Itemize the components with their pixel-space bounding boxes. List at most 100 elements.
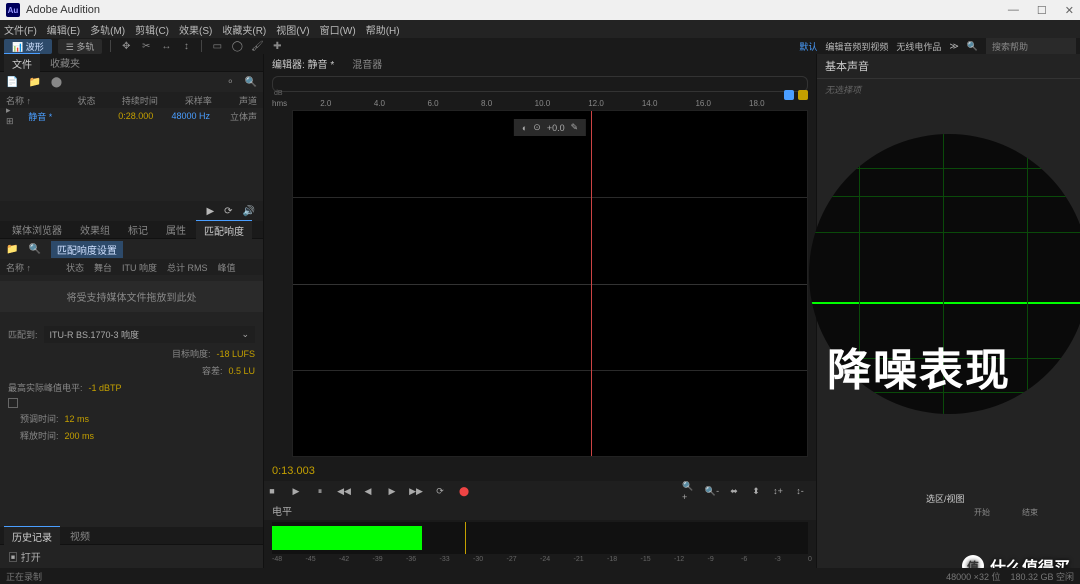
fx-icon[interactable]: ✎ <box>571 122 579 133</box>
status-samplerate: 48000 ×32 位 <box>946 570 1000 583</box>
waveform-display[interactable]: ◐ ⊙ +0.0 ✎ <box>292 110 808 457</box>
zoom-out-icon[interactable]: 🔍- <box>704 484 720 498</box>
essential-sound-title: 基本声音 <box>817 54 1080 79</box>
target-value[interactable]: -18 LUFS <box>216 349 255 359</box>
col-duration[interactable]: 持续时间 <box>114 94 158 107</box>
file-duration: 0:28.000 <box>104 111 153 121</box>
tab-video[interactable]: 视频 <box>62 526 98 545</box>
tab-effects-rack[interactable]: 效果组 <box>72 220 118 239</box>
open-file-icon[interactable]: 📁 <box>28 77 40 88</box>
zoom-in-v-icon[interactable]: ↕+ <box>770 484 786 498</box>
tab-properties[interactable]: 属性 <box>158 220 194 239</box>
ml-col-itu[interactable]: ITU 响度 <box>122 261 157 274</box>
workspace-radio[interactable]: 无线电作品 <box>896 40 941 53</box>
time-ruler[interactable]: hms 2.0 4.0 6.0 8.0 10.0 12.0 14.0 16.0 … <box>272 96 808 110</box>
overview-bar[interactable] <box>272 76 808 92</box>
menu-multitrack[interactable]: 多轨(M) <box>90 22 125 37</box>
search-files-icon[interactable]: 🔍 <box>245 77 257 88</box>
workspace-default[interactable]: 默认 <box>799 40 817 53</box>
pause-button[interactable]: ⏸ <box>312 484 328 498</box>
col-samplerate[interactable]: 采样率 <box>168 94 212 107</box>
search-icon[interactable]: 🔍 <box>967 41 978 52</box>
standard-dropdown[interactable]: ITU-R BS.1770-3 响度⌄ <box>44 326 255 343</box>
menu-view[interactable]: 视图(V) <box>276 22 309 37</box>
next-button[interactable]: ▶▶ <box>408 484 424 498</box>
marker-icon[interactable] <box>784 90 794 100</box>
rec-file-icon[interactable]: ⬤ <box>51 77 62 88</box>
tab-favorites[interactable]: 收藏夹 <box>42 53 88 72</box>
tab-media-browser[interactable]: 媒体浏览器 <box>4 220 70 239</box>
lookahead-label: 预调时间: <box>20 412 59 425</box>
mode-waveform[interactable]: 📊 波形 <box>4 39 52 54</box>
menu-window[interactable]: 窗口(W) <box>320 22 356 37</box>
peak-value[interactable]: -1 dBTP <box>89 383 122 393</box>
tab-history[interactable]: 历史记录 <box>4 526 60 546</box>
tolerance-value[interactable]: 0.5 LU <box>228 366 255 376</box>
tool-slip-icon[interactable]: ↔ <box>159 39 173 53</box>
pan-knob-icon[interactable]: ◐ <box>522 123 527 133</box>
tool-time-icon[interactable]: ↕ <box>179 39 193 53</box>
tab-markers[interactable]: 标记 <box>120 220 156 239</box>
loop-button[interactable]: ⟳ <box>432 484 448 498</box>
tool-move-icon[interactable]: ✥ <box>119 39 133 53</box>
ml-col-rms[interactable]: 总计 RMS <box>167 261 208 274</box>
zoom-out-v-icon[interactable]: ↕- <box>792 484 808 498</box>
col-status[interactable]: 状态 <box>78 94 104 107</box>
menu-help[interactable]: 帮助(H) <box>366 22 400 37</box>
ml-add-icon[interactable]: 📁 <box>6 244 18 255</box>
menu-edit[interactable]: 编辑(E) <box>47 22 80 37</box>
history-item[interactable]: ▣ 打开 <box>0 545 263 568</box>
ml-col-name[interactable]: 名称 ↑ <box>6 261 56 274</box>
col-channels[interactable]: 声道 <box>222 94 257 107</box>
maximize-button[interactable]: ☐ <box>1037 4 1047 17</box>
filter-icon[interactable]: ⚬ <box>226 77 234 88</box>
menu-favorites[interactable]: 收藏夹(R) <box>222 22 266 37</box>
lookahead-value[interactable]: 12 ms <box>65 414 90 424</box>
dropzone[interactable]: 将受支持媒体文件拖放到此处 <box>0 281 263 312</box>
menu-effects[interactable]: 效果(S) <box>179 22 212 37</box>
ml-col-peak[interactable]: 峰值 <box>218 261 236 274</box>
tool-marquee-icon[interactable]: ▭ <box>210 39 224 53</box>
ml-scan-icon[interactable]: 🔍 <box>28 244 40 255</box>
mode-multitrack[interactable]: ☰ 多轨 <box>58 39 103 54</box>
rewind-button[interactable]: ◀ <box>360 484 376 498</box>
editor-tab-mixer[interactable]: 混音器 <box>348 56 386 71</box>
file-row[interactable]: ▸ ⊞ 静音 * 0:28.000 48000 Hz 立体声 <box>0 108 263 124</box>
record-button[interactable]: ⬤ <box>456 484 472 498</box>
new-file-icon[interactable]: 📄 <box>6 77 18 88</box>
tool-lasso-icon[interactable]: ◯ <box>230 39 244 53</box>
release-value[interactable]: 200 ms <box>65 431 95 441</box>
match-settings-link[interactable]: 匹配响度设置 <box>51 241 123 258</box>
marker-icon[interactable] <box>798 90 808 100</box>
ml-col-status[interactable]: 状态 <box>66 261 84 274</box>
peak-label: 最高实际峰值电平: <box>8 381 83 394</box>
minimize-button[interactable]: — <box>1008 4 1019 17</box>
gain-hud[interactable]: ◐ ⊙ +0.0 ✎ <box>514 119 586 136</box>
forward-button[interactable]: ▶ <box>384 484 400 498</box>
levels-meter[interactable] <box>272 522 808 554</box>
zoom-full-icon[interactable]: ⬌ <box>726 484 742 498</box>
zoom-in-icon[interactable]: 🔍+ <box>682 484 698 498</box>
zoom-sel-icon[interactable]: ⬍ <box>748 484 764 498</box>
editor-tab-file[interactable]: 编辑器: 静音 * <box>268 56 338 71</box>
playhead[interactable] <box>591 111 592 456</box>
ml-col-stage[interactable]: 舞台 <box>94 261 112 274</box>
search-input[interactable]: 搜索帮助 <box>986 38 1076 55</box>
menu-clip[interactable]: 剪辑(C) <box>135 22 169 37</box>
limiter-checkbox[interactable] <box>8 398 18 408</box>
tab-files[interactable]: 文件 <box>4 53 40 73</box>
preview-loop-icon[interactable]: ⟳ <box>224 206 232 217</box>
preview-auto-icon[interactable]: 🔊 <box>243 206 255 217</box>
prev-button[interactable]: ◀◀ <box>336 484 352 498</box>
workspace-more[interactable]: ≫ <box>949 41 958 52</box>
tab-match-loudness[interactable]: 匹配响度 <box>196 220 252 240</box>
files-toolbar: 📄 📁 ⬤ ⚬ 🔍 <box>0 72 263 92</box>
tool-brush-icon[interactable]: 🖌 <box>250 39 264 53</box>
close-button[interactable]: ✕ <box>1065 4 1074 17</box>
preview-play-icon[interactable]: ▶ <box>206 206 214 217</box>
menu-file[interactable]: 文件(F) <box>4 22 37 37</box>
workspace-audio-video[interactable]: 编辑音频到视频 <box>825 40 888 53</box>
tool-razor-icon[interactable]: ✂ <box>139 39 153 53</box>
tool-heal-icon[interactable]: ✚ <box>270 39 284 53</box>
gain-knob-icon[interactable]: ⊙ <box>533 122 541 133</box>
